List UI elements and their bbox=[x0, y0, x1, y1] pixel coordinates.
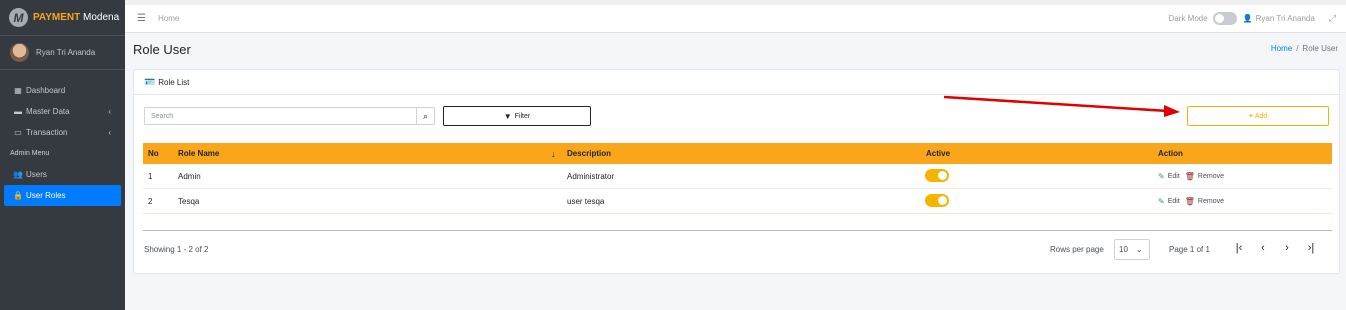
topbar: ☰ Home Dark Mode 👤 Ryan Tri Ananda ⤢ bbox=[125, 5, 1346, 33]
breadcrumb-separator: / bbox=[1296, 44, 1299, 53]
fullscreen-icon[interactable]: ⤢ bbox=[1329, 13, 1336, 24]
remove-link[interactable]: Remove bbox=[1198, 198, 1224, 205]
brand-name-rest: Modena bbox=[83, 12, 120, 23]
prev-page-icon[interactable]: ‹ bbox=[1258, 242, 1268, 254]
plus-icon: + bbox=[1248, 112, 1253, 120]
sort-arrow-down-icon[interactable]: ↓ bbox=[551, 149, 556, 159]
brand-logo: M bbox=[9, 8, 28, 27]
cell-no: 1 bbox=[148, 171, 153, 181]
filter-button[interactable]: ▼ Filter bbox=[443, 106, 591, 126]
page-title: Role User bbox=[133, 42, 191, 57]
sidebar-item-master-data[interactable]: ▬ Master Data ‹ bbox=[0, 101, 121, 122]
active-toggle[interactable] bbox=[925, 168, 949, 184]
sidebar-item-transaction[interactable]: ▭ Transaction ‹ bbox=[0, 122, 121, 143]
user-icon: 👤 bbox=[1242, 14, 1253, 23]
add-label: Add bbox=[1254, 112, 1268, 120]
cell-description: user tesqa bbox=[567, 196, 605, 206]
id-card-icon: 🪪 bbox=[144, 76, 156, 87]
topbar-home-link[interactable]: Home bbox=[158, 14, 179, 23]
sidebar-header-admin: Admin Menu bbox=[10, 150, 50, 157]
breadcrumb: Home / Role User bbox=[1271, 44, 1338, 53]
role-list-card: 🪪 Role List ⌕ ▼ Filter + Add No Role Nam… bbox=[133, 69, 1340, 274]
topbar-user-name[interactable]: Ryan Tri Ananda bbox=[1256, 14, 1315, 23]
sidebar-item-label: Users bbox=[26, 170, 47, 179]
header-active[interactable]: Active bbox=[926, 149, 950, 158]
next-page-icon[interactable]: › bbox=[1282, 242, 1292, 254]
search-input[interactable] bbox=[145, 112, 416, 120]
table-row: 2 Tesqa user tesqa ✎ Edit 🗑 Remove bbox=[143, 189, 1332, 214]
users-icon: 👥 bbox=[13, 170, 23, 179]
hamburger-icon[interactable]: ☰ bbox=[137, 13, 146, 24]
trash-icon[interactable]: 🗑 bbox=[1185, 197, 1195, 206]
table-row: 1 Admin Administrator ✎ Edit 🗑 Remove bbox=[143, 164, 1332, 189]
brand-name-bold: PAYMENT bbox=[33, 12, 81, 23]
brand-name: PAYMENT Modena bbox=[33, 12, 119, 23]
dark-mode-label: Dark Mode bbox=[1168, 14, 1208, 23]
header-no[interactable]: No bbox=[148, 149, 159, 158]
card-title: Role List bbox=[158, 77, 190, 87]
grid-icon: ▦ bbox=[14, 86, 22, 95]
showing-count: Showing 1 - 2 of 2 bbox=[144, 245, 209, 254]
search-icon[interactable]: ⌕ bbox=[416, 108, 434, 124]
remove-link[interactable]: Remove bbox=[1198, 173, 1224, 180]
edit-link[interactable]: Edit bbox=[1168, 173, 1180, 180]
sidebar-item-label: Transaction bbox=[26, 128, 68, 137]
header-role-name[interactable]: Role Name bbox=[178, 149, 219, 158]
rows-per-page-label: Rows per page bbox=[1050, 245, 1104, 254]
brand[interactable]: M PAYMENT Modena bbox=[0, 0, 125, 36]
role-table: No Role Name ↓ Description Active Action… bbox=[143, 143, 1332, 214]
lock-icon: 🔒 bbox=[13, 191, 23, 200]
database-icon: ▬ bbox=[14, 107, 22, 116]
user-panel[interactable]: Ryan Tri Ananda bbox=[0, 36, 125, 70]
filter-icon: ▼ bbox=[503, 111, 512, 121]
sidebar-item-dashboard[interactable]: ▦ Dashboard bbox=[0, 80, 121, 101]
trash-icon[interactable]: 🗑 bbox=[1185, 172, 1195, 181]
card-header: 🪪 Role List bbox=[134, 70, 1339, 95]
table-header: No Role Name ↓ Description Active Action bbox=[143, 143, 1332, 164]
page-info: Page 1 of 1 bbox=[1169, 245, 1210, 254]
chevron-left-icon: ‹ bbox=[108, 107, 111, 116]
header-description[interactable]: Description bbox=[567, 149, 611, 158]
first-page-icon[interactable]: |‹ bbox=[1234, 242, 1244, 254]
row-actions: ✎ Edit 🗑 Remove bbox=[1158, 197, 1224, 206]
chevron-down-icon: ⌄ bbox=[1135, 245, 1143, 254]
sidebar-item-user-roles[interactable]: 🔒 User Roles bbox=[4, 185, 121, 206]
filter-label: Filter bbox=[514, 112, 531, 120]
sidebar-item-users[interactable]: 👥 Users bbox=[0, 164, 121, 185]
cell-role-name: Tesqa bbox=[178, 196, 200, 206]
dark-mode-toggle[interactable] bbox=[1212, 12, 1237, 25]
cell-no: 2 bbox=[148, 196, 153, 206]
sidebar-user-name: Ryan Tri Ananda bbox=[36, 48, 96, 57]
topbar-right: Dark Mode 👤 Ryan Tri Ananda ⤢ bbox=[1169, 12, 1336, 25]
sidebar-item-label: Master Data bbox=[26, 107, 70, 116]
row-actions: ✎ Edit 🗑 Remove bbox=[1158, 172, 1224, 181]
edit-icon[interactable]: ✎ bbox=[1158, 172, 1165, 181]
sidebar: M PAYMENT Modena Ryan Tri Ananda ▦ Dashb… bbox=[0, 0, 125, 310]
add-button[interactable]: + Add bbox=[1187, 106, 1329, 126]
cell-role-name: Admin bbox=[178, 171, 201, 181]
card-icon: ▭ bbox=[14, 128, 22, 137]
header-action: Action bbox=[1158, 149, 1183, 158]
pagination: |‹ ‹ › ›| bbox=[1234, 242, 1316, 254]
chevron-left-icon: ‹ bbox=[108, 128, 111, 137]
breadcrumb-home[interactable]: Home bbox=[1271, 44, 1292, 53]
edit-link[interactable]: Edit bbox=[1168, 198, 1180, 205]
table-footer-divider bbox=[143, 230, 1332, 231]
breadcrumb-current: Role User bbox=[1302, 44, 1338, 53]
rows-per-page-select[interactable]: 10 ⌄ bbox=[1114, 239, 1150, 260]
search-box: ⌕ bbox=[144, 107, 435, 125]
cell-description: Administrator bbox=[567, 171, 615, 181]
sidebar-item-label: User Roles bbox=[26, 191, 66, 200]
sidebar-item-label: Dashboard bbox=[26, 86, 66, 95]
active-toggle[interactable] bbox=[925, 193, 949, 209]
last-page-icon[interactable]: ›| bbox=[1306, 242, 1316, 254]
avatar bbox=[10, 43, 29, 62]
rows-per-page-value: 10 bbox=[1119, 245, 1128, 254]
edit-icon[interactable]: ✎ bbox=[1158, 197, 1165, 206]
